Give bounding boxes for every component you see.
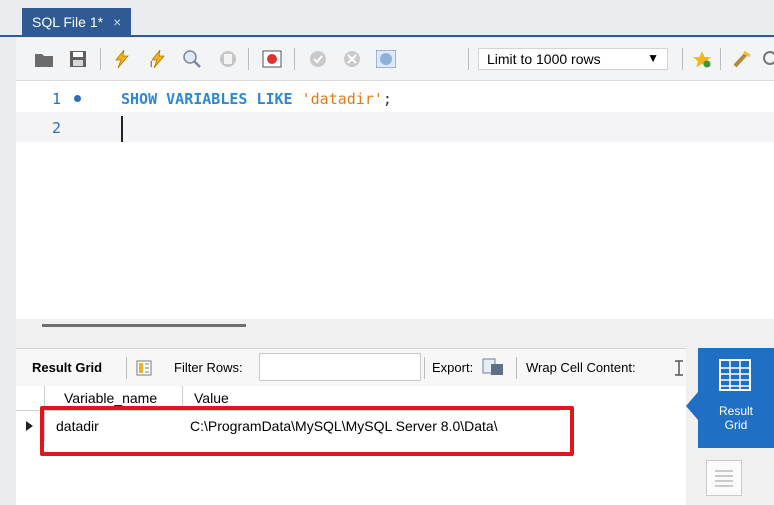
chevron-down-icon: ▼ bbox=[647, 51, 659, 65]
statement-marker-icon bbox=[74, 95, 81, 102]
line-number: 1 bbox=[52, 90, 62, 108]
tab-underline bbox=[0, 35, 774, 37]
close-icon[interactable]: × bbox=[113, 14, 121, 30]
side-label-1: Result bbox=[718, 404, 753, 418]
side-label-2: Grid bbox=[724, 418, 748, 432]
form-editor-icon[interactable] bbox=[706, 460, 742, 496]
result-toolbar: Result Grid Filter Rows: Export: Wrap Ce… bbox=[16, 348, 686, 388]
toolbar-separator bbox=[248, 48, 249, 70]
current-line-highlight bbox=[16, 112, 774, 142]
commit-icon[interactable] bbox=[308, 50, 328, 68]
tab-title: SQL File 1* bbox=[32, 13, 104, 30]
export-label: Export: bbox=[432, 360, 474, 375]
toolbar-separator bbox=[516, 357, 517, 379]
open-folder-icon[interactable] bbox=[34, 50, 54, 68]
autocommit-icon[interactable] bbox=[376, 50, 396, 68]
limit-rows-value: Limit to 1000 rows bbox=[487, 51, 601, 67]
text-caret bbox=[121, 116, 123, 142]
toolbar-separator bbox=[100, 48, 101, 70]
rollback-icon[interactable] bbox=[342, 50, 362, 68]
sql-string: 'datadir' bbox=[301, 90, 383, 108]
export-icon[interactable] bbox=[482, 358, 504, 376]
stop-icon[interactable] bbox=[218, 50, 238, 68]
column-header-variable-name[interactable]: Variable_name bbox=[64, 390, 157, 406]
tab-sql-file-1[interactable]: SQL File 1* × bbox=[22, 8, 132, 35]
beautify-icon[interactable] bbox=[732, 50, 752, 68]
annotation-highlight-box bbox=[40, 406, 574, 456]
sql-toolbar: I Limit to 1000 rows ▼ bbox=[16, 38, 774, 81]
pane-splitter[interactable] bbox=[42, 324, 246, 327]
toolbar-separator bbox=[682, 48, 683, 70]
filter-rows-label: Filter Rows: bbox=[174, 360, 243, 375]
toolbar-separator bbox=[424, 357, 425, 379]
side-active-notch bbox=[686, 392, 698, 420]
find-icon[interactable] bbox=[762, 50, 774, 68]
wrap-text-icon[interactable] bbox=[674, 360, 684, 376]
column-header-value[interactable]: Value bbox=[194, 390, 229, 406]
code-line-1[interactable]: SHOW VARIABLES LIKE 'datadir'; bbox=[121, 90, 392, 108]
wrap-cell-label: Wrap Cell Content: bbox=[526, 360, 636, 375]
filter-rows-input[interactable] bbox=[259, 353, 421, 381]
form-view-icon[interactable] bbox=[136, 360, 152, 376]
sql-keyword: SHOW VARIABLES LIKE bbox=[121, 90, 293, 108]
line-number: 2 bbox=[52, 119, 62, 137]
explain-icon[interactable] bbox=[182, 50, 202, 68]
toggle-error-icon[interactable] bbox=[262, 50, 282, 68]
svg-text:I: I bbox=[150, 60, 152, 68]
execute-icon[interactable] bbox=[112, 50, 132, 68]
toolbar-separator bbox=[126, 357, 127, 379]
side-tab-result-grid[interactable]: Result Grid bbox=[698, 348, 774, 448]
execute-current-icon[interactable]: I bbox=[148, 50, 168, 68]
toolbar-separator bbox=[294, 48, 295, 70]
sql-terminator: ; bbox=[382, 90, 392, 108]
save-icon[interactable] bbox=[68, 50, 88, 68]
toolbar-separator bbox=[468, 48, 469, 70]
result-grid-icon bbox=[719, 359, 751, 391]
bookmark-icon[interactable] bbox=[692, 50, 712, 68]
limit-rows-select[interactable]: Limit to 1000 rows ▼ bbox=[478, 48, 668, 70]
toolbar-separator bbox=[720, 48, 721, 70]
result-grid-label[interactable]: Result Grid bbox=[32, 360, 102, 375]
